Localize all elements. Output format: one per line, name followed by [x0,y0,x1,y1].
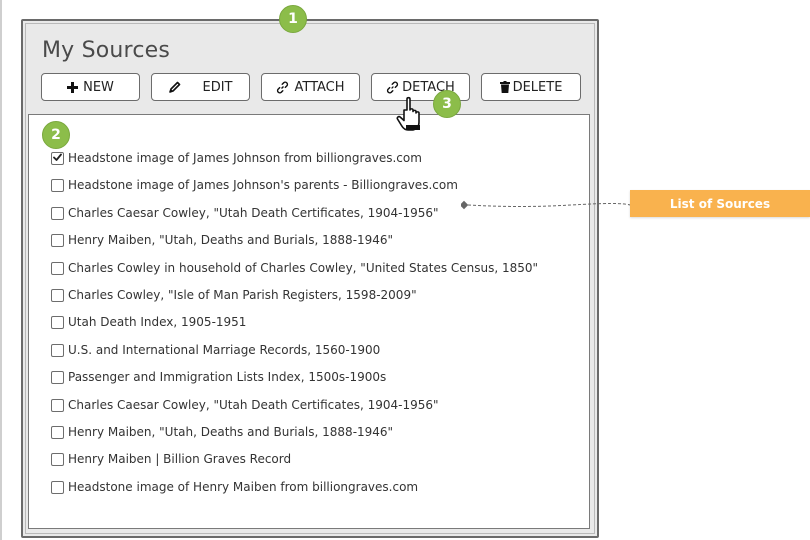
wireframe-canvas: My Sources NEW EDIT ATTACH DETACH DELETE… [0,0,810,540]
source-checkbox[interactable] [51,206,64,220]
source-checkbox[interactable] [51,452,64,466]
source-list-item[interactable]: Charles Caesar Cowley, "Utah Death Certi… [51,395,439,415]
edit-button[interactable]: EDIT [151,73,250,101]
source-checkbox[interactable] [51,261,64,275]
source-label: Passenger and Immigration Lists Index, 1… [68,370,387,384]
list-of-sources-annotation: List of Sources [630,190,810,217]
source-label: Charles Cowley in household of Charles C… [68,261,539,275]
source-label: Henry Maiben, "Utah, Deaths and Burials,… [68,233,394,247]
source-checkbox-checked[interactable] [51,151,64,165]
source-checkbox[interactable] [51,370,64,384]
attach-button-label: ATTACH [294,79,345,95]
canvas-edge [0,0,2,540]
edit-button-label: EDIT [202,79,233,95]
source-label: Henry Maiben | Billion Graves Record [68,452,292,466]
delete-button[interactable]: DELETE [481,73,581,101]
source-label: Charles Caesar Cowley, "Utah Death Certi… [68,398,439,412]
source-list-item[interactable]: Charles Cowley in household of Charles C… [51,258,538,278]
window-title: My Sources [42,38,171,63]
new-button-label: NEW [83,79,114,95]
source-list-item[interactable]: Charles Cowley, "Isle of Man Parish Regi… [51,285,417,305]
source-list-item[interactable]: Headstone image of James Johnson's paren… [51,175,458,195]
source-label: Headstone image of James Johnson from bi… [68,151,422,165]
source-checkbox[interactable] [51,233,64,247]
source-list-item[interactable]: Headstone image of James Johnson from bi… [51,148,422,168]
source-list-item[interactable]: Henry Maiben, "Utah, Deaths and Burials,… [51,422,393,442]
source-list-item[interactable]: Passenger and Immigration Lists Index, 1… [51,367,386,387]
plus-icon [67,81,79,93]
source-list-item[interactable]: Henry Maiben | Billion Graves Record [51,449,291,469]
source-label: Headstone image of Henry Maiben from bil… [68,480,419,494]
source-checkbox[interactable] [51,315,64,329]
link-icon [276,81,289,94]
source-checkbox[interactable] [51,398,64,412]
attach-button[interactable]: ATTACH [261,73,360,101]
source-list-item[interactable]: Henry Maiben, "Utah, Deaths and Burials,… [51,230,393,250]
source-checkbox[interactable] [51,425,64,439]
pencil-icon [168,81,181,93]
source-label: Charles Caesar Cowley, "Utah Death Certi… [68,206,439,220]
source-list-item[interactable]: Headstone image of Henry Maiben from bil… [51,477,418,497]
callout-badge-1: 1 [279,5,307,33]
source-checkbox[interactable] [51,480,64,494]
source-list-item[interactable]: Utah Death Index, 1905-1951 [51,312,246,332]
trash-icon [499,81,510,93]
hand-pointer-icon [396,96,432,138]
source-checkbox[interactable] [51,178,64,192]
new-button[interactable]: NEW [41,73,140,101]
broken-link-icon [386,81,399,94]
callout-badge-2: 2 [42,121,70,149]
source-list-item[interactable]: Charles Caesar Cowley, "Utah Death Certi… [51,203,439,223]
source-label: Headstone image of James Johnson's paren… [68,178,458,192]
source-label: U.S. and International Marriage Records,… [68,343,381,357]
source-checkbox[interactable] [51,288,64,302]
delete-button-label: DELETE [512,79,563,95]
callout-badge-3: 3 [433,90,461,118]
checkmark-icon [53,153,62,161]
source-label: Charles Cowley, "Isle of Man Parish Regi… [68,288,417,302]
source-label: Henry Maiben, "Utah, Deaths and Burials,… [68,425,394,439]
source-list-item[interactable]: U.S. and International Marriage Records,… [51,340,380,360]
annotation-connector [461,200,631,210]
source-checkbox[interactable] [51,343,64,357]
source-label: Utah Death Index, 1905-1951 [68,315,247,329]
